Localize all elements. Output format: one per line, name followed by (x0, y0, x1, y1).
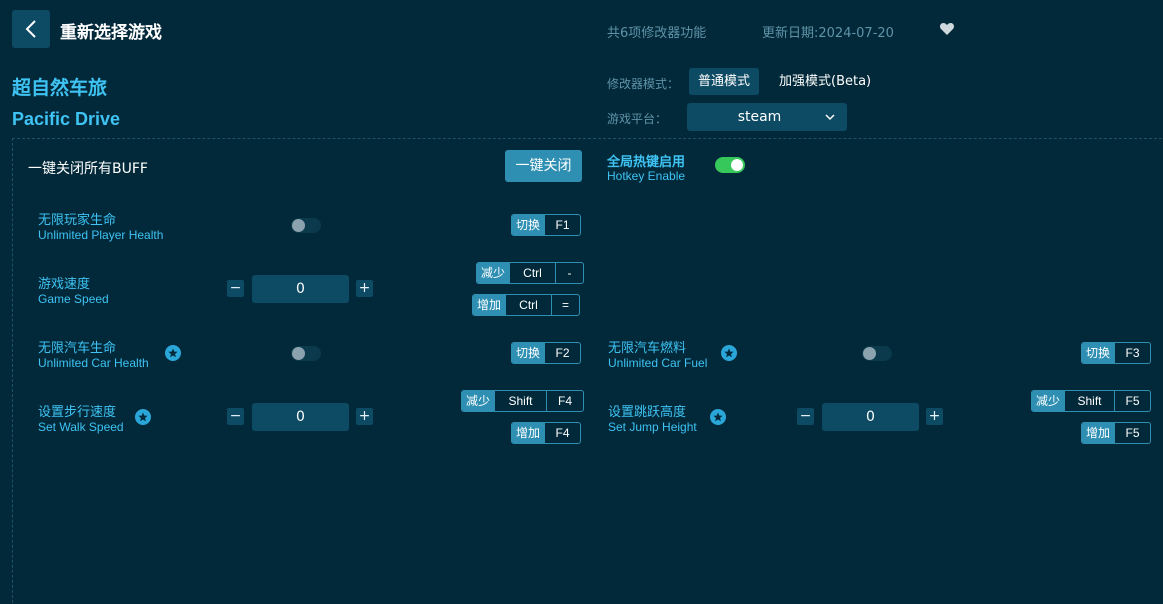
player-health-hotkey[interactable]: 切换 F1 (511, 214, 582, 236)
jump-height-decrease-hotkey[interactable]: 减少 Shift F5 (1031, 390, 1152, 412)
game-title-cn: 超自然车旅 (12, 77, 108, 99)
hotkey-action: 减少 (477, 263, 510, 283)
game-title-en: Pacific Drive (12, 109, 121, 129)
hotkey-enable-toggle[interactable] (715, 157, 745, 173)
jump-height-increase-button[interactable]: + (926, 408, 943, 425)
hotkey-key: Ctrl (509, 263, 555, 283)
back-title: 重新选择游戏 (60, 23, 162, 43)
game-speed-title: 游戏速度 (38, 277, 91, 292)
car-health-hotkey[interactable]: 切换 F2 (511, 342, 582, 364)
toggle-knob (731, 159, 743, 171)
game-speed-increase-hotkey[interactable]: 增加 Ctrl = (472, 294, 581, 316)
platform-value: steam (737, 109, 782, 125)
hotkey-key: Ctrl (505, 295, 551, 315)
car-fuel-title: 无限汽车燃料 (608, 341, 687, 356)
hotkey-action: 切换 (512, 343, 545, 363)
hotkey-key: Shift (494, 391, 546, 411)
toggle-knob (292, 219, 305, 232)
hotkey-action: 减少 (1032, 391, 1065, 411)
close-all-label: 一键关闭所有BUFF (28, 161, 148, 177)
hotkey-action: 减少 (462, 391, 495, 411)
hotkey-key: - (555, 263, 583, 283)
premium-star-icon (165, 345, 181, 361)
jump-height-decrease-button[interactable]: − (797, 408, 814, 425)
feature-count: 共6项修改器功能 (607, 26, 707, 41)
hotkey-action: 增加 (1082, 423, 1115, 443)
mode-normal-button[interactable]: 普通模式 (689, 68, 760, 95)
hotkey-action: 切换 (512, 215, 545, 235)
jump-height-subtitle: Set Jump Height (608, 420, 697, 434)
walk-speed-value[interactable]: 0 (252, 403, 349, 431)
update-date: 更新日期:2024-07-20 (762, 26, 894, 41)
toggle-knob (292, 347, 305, 360)
premium-star-icon (135, 409, 151, 425)
hotkey-key: F2 (544, 343, 580, 363)
player-health-title: 无限玩家生命 (38, 213, 117, 228)
walk-speed-increase-button[interactable]: + (356, 408, 373, 425)
hotkey-key: = (551, 295, 579, 315)
car-health-toggle[interactable] (291, 346, 321, 361)
game-speed-value[interactable]: 0 (252, 275, 349, 303)
jump-height-increase-hotkey[interactable]: 增加 F5 (1081, 422, 1152, 444)
premium-star-icon (721, 345, 737, 361)
walk-speed-decrease-button[interactable]: − (227, 408, 244, 425)
close-all-button[interactable]: 一键关闭 (505, 150, 582, 182)
car-fuel-toggle[interactable] (862, 346, 892, 361)
game-speed-subtitle: Game Speed (38, 292, 109, 306)
hotkey-key: F1 (544, 215, 580, 235)
hotkey-key: F5 (1114, 423, 1150, 443)
platform-label: 游戏平台： (607, 112, 668, 126)
jump-height-value[interactable]: 0 (822, 403, 919, 431)
jump-height-title: 设置跳跃高度 (608, 405, 687, 420)
hotkey-key: F4 (544, 423, 580, 443)
hotkey-action: 增加 (473, 295, 506, 315)
mode-enhanced-button[interactable]: 加强模式(Beta) (770, 68, 880, 95)
favorite-heart-icon[interactable] (939, 21, 955, 37)
hotkey-action: 切换 (1082, 343, 1115, 363)
premium-star-icon (710, 409, 726, 425)
platform-select[interactable]: steam (687, 103, 847, 131)
walk-speed-decrease-hotkey[interactable]: 减少 Shift F4 (461, 390, 585, 412)
toggle-knob (863, 347, 876, 360)
mode-label: 修改器模式： (607, 77, 680, 91)
game-speed-decrease-hotkey[interactable]: 减少 Ctrl - (476, 262, 585, 284)
hotkey-key: Shift (1064, 391, 1114, 411)
player-health-subtitle: Unlimited Player Health (38, 228, 164, 242)
game-speed-increase-button[interactable]: + (356, 280, 373, 297)
player-health-toggle[interactable] (291, 218, 321, 233)
car-health-title: 无限汽车生命 (38, 341, 117, 356)
chevron-down-icon (825, 114, 835, 121)
options-panel (12, 138, 1163, 604)
car-fuel-hotkey[interactable]: 切换 F3 (1081, 342, 1152, 364)
hotkey-enable-subtitle: Hotkey Enable (607, 169, 686, 183)
car-health-subtitle: Unlimited Car Health (38, 356, 149, 370)
walk-speed-increase-hotkey[interactable]: 增加 F4 (511, 422, 582, 444)
hotkey-action: 增加 (512, 423, 545, 443)
game-speed-decrease-button[interactable]: − (227, 280, 244, 297)
back-button[interactable] (12, 10, 50, 48)
car-fuel-subtitle: Unlimited Car Fuel (608, 356, 708, 370)
hotkey-key: F4 (546, 391, 583, 411)
hotkey-enable-title: 全局热键启用 (607, 155, 686, 170)
hotkey-key: F5 (1114, 391, 1150, 411)
chevron-left-icon (25, 20, 36, 38)
hotkey-key: F3 (1114, 343, 1150, 363)
walk-speed-title: 设置步行速度 (38, 405, 117, 420)
walk-speed-subtitle: Set Walk Speed (38, 420, 124, 434)
